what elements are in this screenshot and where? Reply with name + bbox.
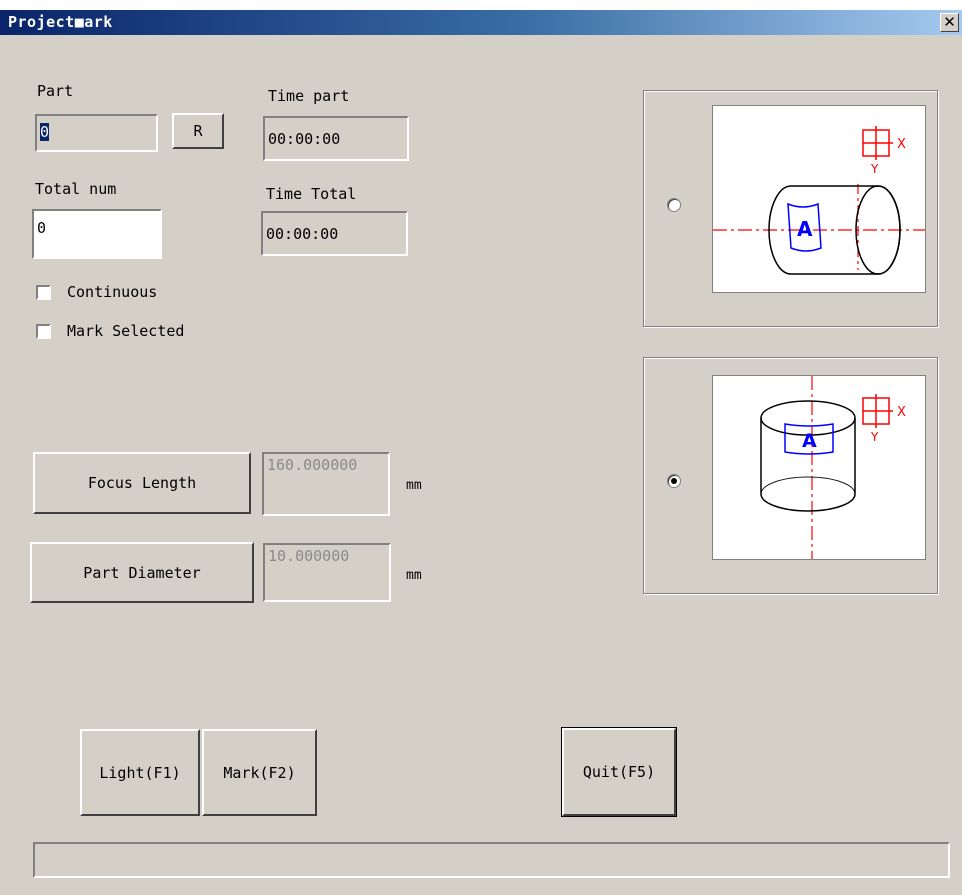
vertical-cylinder-icon: A X Y [760, 376, 906, 559]
mark-button[interactable]: Mark(F2) [202, 729, 317, 816]
reset-part-button[interactable]: R [172, 113, 224, 149]
y-axis-label: Y [870, 162, 879, 176]
part-label: Part [37, 82, 74, 100]
mark-letter: A [802, 430, 817, 452]
part-value: 0 [40, 123, 50, 141]
part-diameter-input: 10.000000 [263, 543, 391, 602]
progress-bar [33, 842, 950, 878]
part-diameter-button[interactable]: Part Diameter [30, 542, 254, 603]
total-num-input[interactable]: 0 [32, 209, 162, 259]
total-num-label: Total num [35, 180, 117, 198]
vertical-cylinder-radio[interactable] [667, 474, 681, 488]
focus-length-button[interactable]: Focus Length [33, 452, 251, 514]
part-diameter-unit: mm [406, 568, 422, 583]
mark-selected-checkbox[interactable] [36, 324, 51, 339]
close-icon: ✕ [943, 13, 956, 31]
time-part-field: 00:00:00 [263, 116, 409, 161]
focus-length-input: 160.000000 [262, 452, 390, 516]
close-button[interactable]: ✕ [940, 13, 959, 32]
quit-button[interactable]: Quit(F5) [561, 727, 677, 817]
horizontal-cylinder-icon: A X Y [713, 126, 925, 275]
part-field[interactable]: 0 [35, 114, 158, 152]
x-axis-label: X [897, 137, 906, 152]
mark-selected-label[interactable]: Mark Selected [67, 322, 184, 340]
time-total-field: 00:00:00 [261, 211, 408, 256]
y-axis-label: Y [870, 430, 879, 444]
vertical-cylinder-diagram: A X Y [712, 375, 926, 560]
time-total-label: Time Total [266, 185, 357, 203]
light-button[interactable]: Light(F1) [80, 729, 200, 816]
x-axis-label: X [897, 405, 906, 420]
horizontal-cylinder-diagram: A X Y [712, 105, 926, 293]
horizontal-cylinder-radio[interactable] [667, 198, 681, 212]
continuous-checkbox[interactable] [36, 285, 51, 300]
window-title: Project■ark [8, 13, 113, 31]
time-part-label: Time part [268, 87, 350, 105]
title-bar: Project■ark ✕ [0, 10, 962, 35]
radio-selected-dot [671, 478, 677, 484]
focus-length-unit: mm [406, 478, 422, 493]
mark-letter: A [797, 217, 813, 241]
continuous-label[interactable]: Continuous [67, 283, 157, 301]
